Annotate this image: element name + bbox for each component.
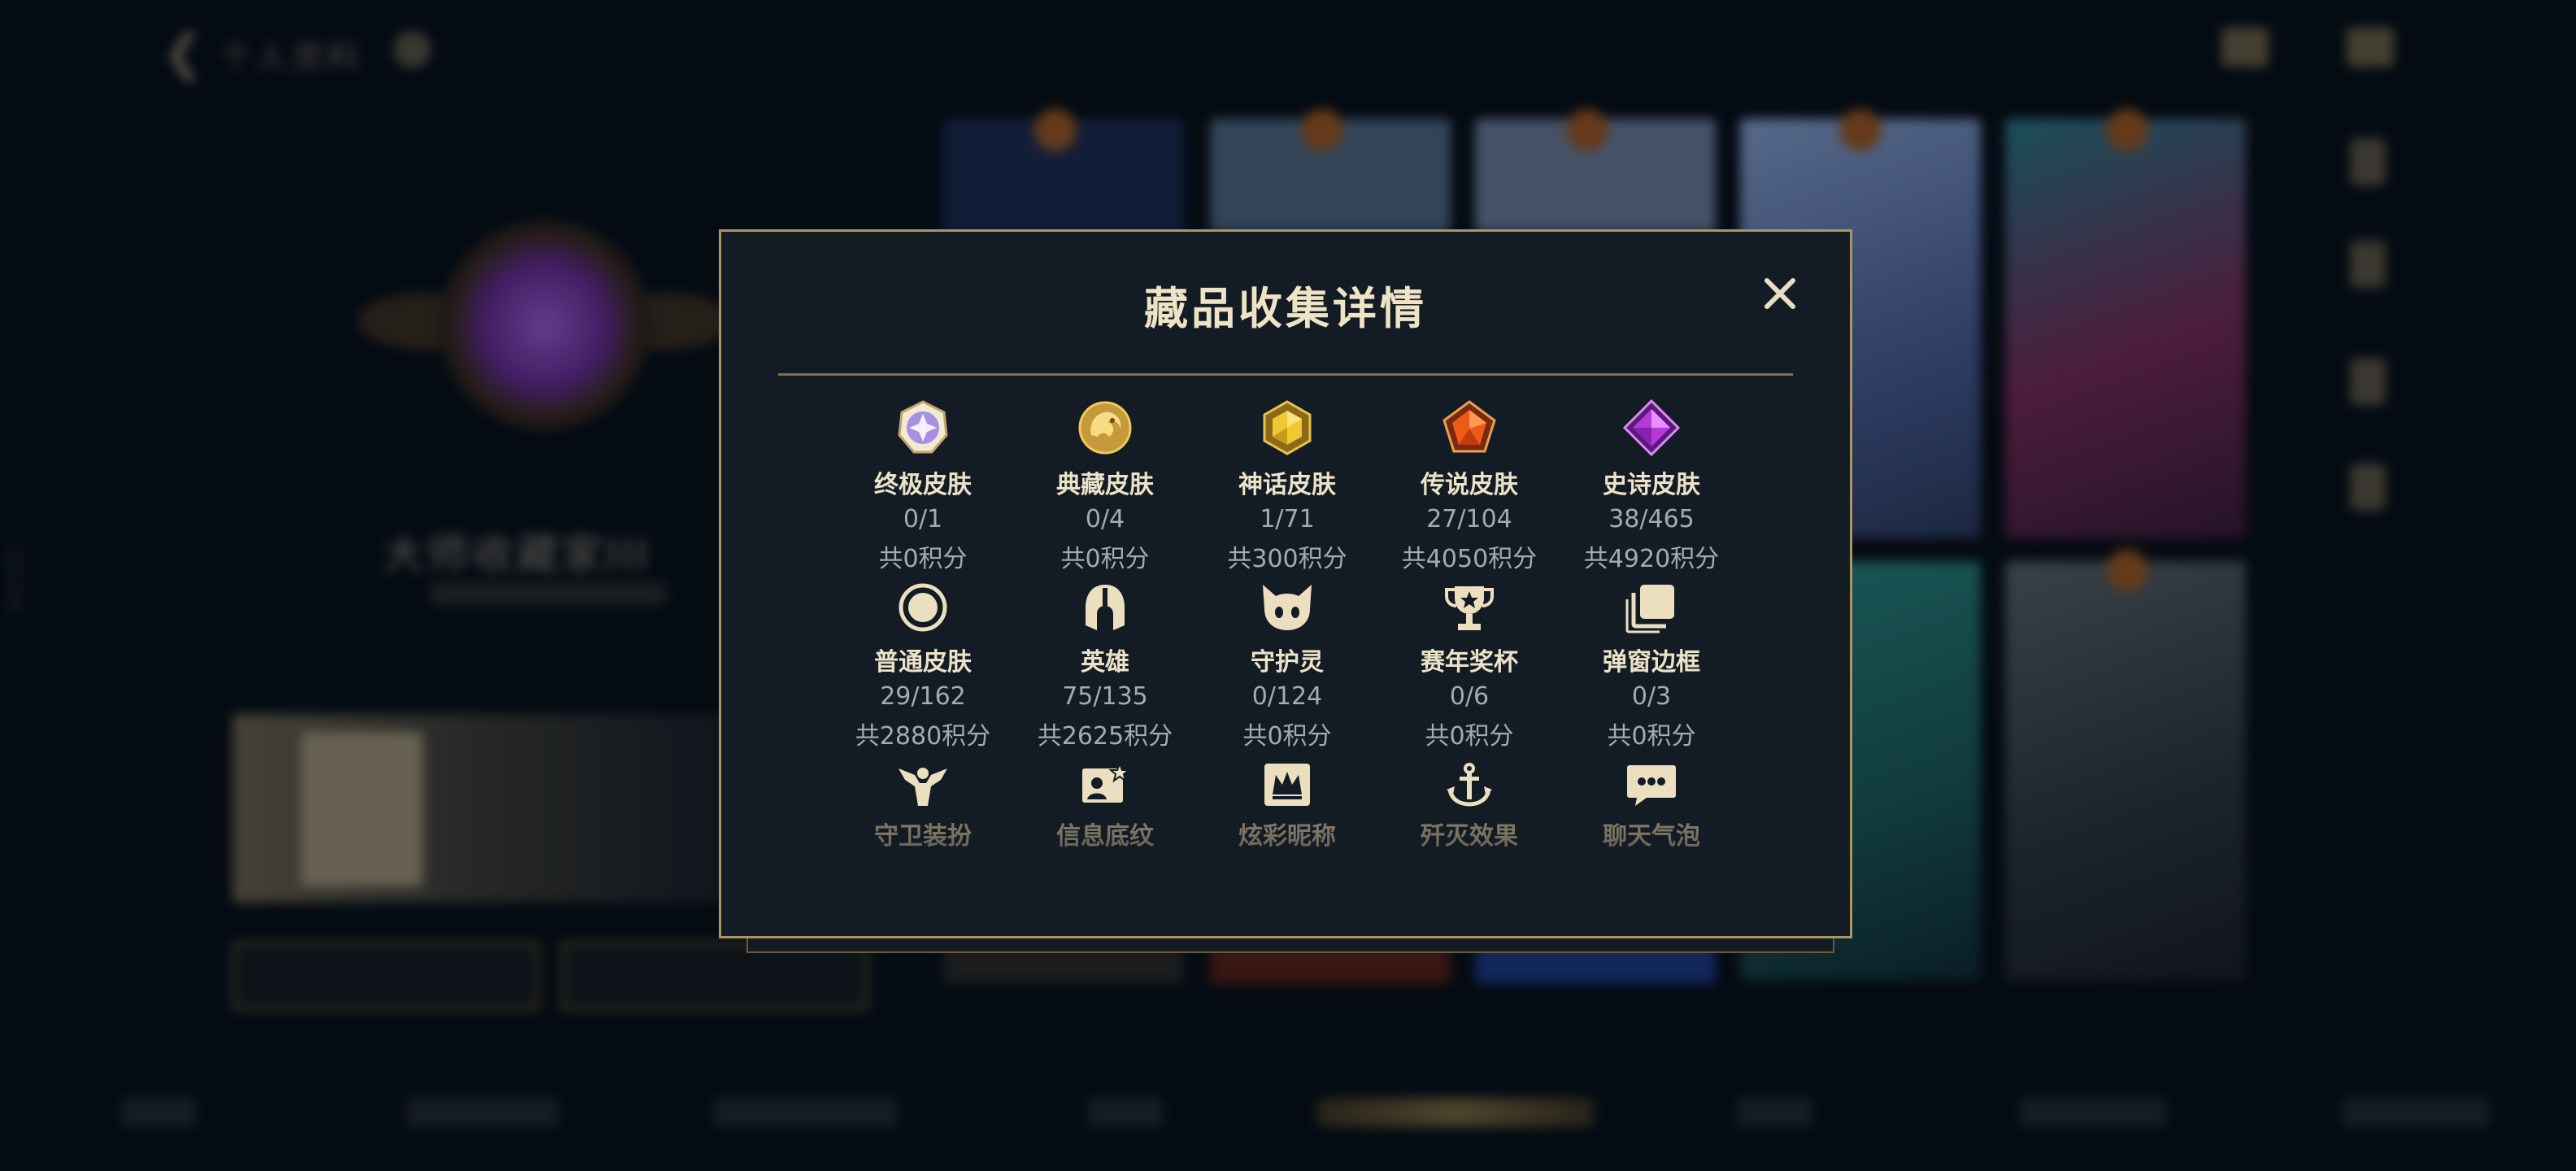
item-count: 75/135 [1062, 682, 1148, 711]
collection-item-legendary-skin[interactable]: 传说皮肤 27/104 共4050积分 [1378, 399, 1560, 574]
item-count: 27/104 [1426, 505, 1512, 533]
item-count: 1/71 [1260, 505, 1315, 533]
modal-title: 藏品收集详情 [1144, 283, 1427, 334]
item-points: 共2625积分 [1037, 722, 1173, 751]
item-points: 共4050积分 [1401, 545, 1538, 573]
title-divider [778, 373, 1793, 376]
standard-skin-ring-icon [897, 581, 949, 633]
close-icon[interactable] [1756, 269, 1804, 318]
elimination-effect-icon [1443, 762, 1495, 808]
item-count: 38/465 [1608, 505, 1695, 533]
collection-item-mythic-skin[interactable]: 神话皮肤 1/71 共300积分 [1196, 399, 1378, 574]
collection-item-popup-border[interactable]: 弹窗边框 0/3 共0积分 [1560, 581, 1743, 751]
collection-item-ultimate-skin[interactable]: 终极皮肤 0/1 共0积分 [832, 399, 1014, 574]
item-points: 共4920积分 [1583, 545, 1720, 573]
item-points: 共0积分 [1060, 545, 1150, 573]
item-points: 共300积分 [1227, 545, 1347, 573]
item-label: 弹窗边框 [1603, 648, 1700, 677]
item-points: 共0积分 [1425, 722, 1514, 751]
epic-gem-icon [1623, 399, 1680, 456]
item-label: 终极皮肤 [874, 471, 972, 499]
item-count: 0/6 [1449, 682, 1490, 711]
item-points: 共2880积分 [855, 722, 991, 751]
season-trophy-icon [1443, 581, 1495, 633]
item-points: 共0积分 [878, 545, 968, 573]
collection-item-champion[interactable]: 英雄 75/135 共2625积分 [1014, 581, 1196, 751]
item-points: 共0积分 [1607, 722, 1696, 751]
ward-skin-icon [897, 762, 949, 808]
item-count: 0/4 [1085, 505, 1125, 533]
item-count: 29/162 [880, 682, 966, 711]
mythic-gem-icon [1259, 399, 1316, 456]
item-label: 史诗皮肤 [1603, 471, 1700, 499]
item-count: 0/1 [903, 505, 943, 533]
item-label: 守护灵 [1251, 648, 1324, 677]
item-label: 赛年奖杯 [1421, 648, 1518, 677]
legendary-gem-icon [1441, 399, 1498, 456]
collection-details-modal: 藏品收集详情 终极皮肤 0/1 共0积分 典藏皮肤 0/4 共0积分 神话皮肤 … [719, 229, 1852, 938]
collection-item-epic-skin[interactable]: 史诗皮肤 38/465 共4920积分 [1560, 399, 1743, 574]
item-points: 共0积分 [1242, 722, 1332, 751]
collection-item-season-trophy[interactable]: 赛年奖杯 0/6 共0积分 [1378, 581, 1560, 751]
collection-item-little-legend[interactable]: 守护灵 0/124 共0积分 [1196, 581, 1378, 751]
champion-helmet-icon [1079, 581, 1131, 633]
colorful-nickname-icon [1261, 762, 1313, 808]
ultimate-skin-gem-icon [894, 399, 951, 456]
modal-shadow-frame [746, 937, 1834, 953]
collection-item-prestige-skin[interactable]: 典藏皮肤 0/4 共0积分 [1014, 399, 1196, 574]
scroll-fade [721, 830, 1850, 936]
close-button[interactable] [1756, 269, 1804, 318]
item-count: 0/124 [1251, 682, 1323, 711]
item-label: 神话皮肤 [1238, 471, 1336, 499]
item-label: 典藏皮肤 [1056, 471, 1154, 499]
popup-border-icon [1625, 581, 1677, 633]
chat-bubble-icon [1625, 762, 1677, 808]
prestige-dragon-icon [1077, 399, 1134, 456]
item-label: 英雄 [1081, 648, 1129, 677]
collection-item-standard-skin[interactable]: 普通皮肤 29/162 共2880积分 [832, 581, 1014, 751]
banner-pattern-icon [1079, 762, 1131, 808]
item-count: 0/3 [1631, 682, 1672, 711]
item-label: 传说皮肤 [1421, 471, 1518, 499]
little-legend-icon [1258, 581, 1316, 633]
item-label: 普通皮肤 [874, 648, 972, 677]
